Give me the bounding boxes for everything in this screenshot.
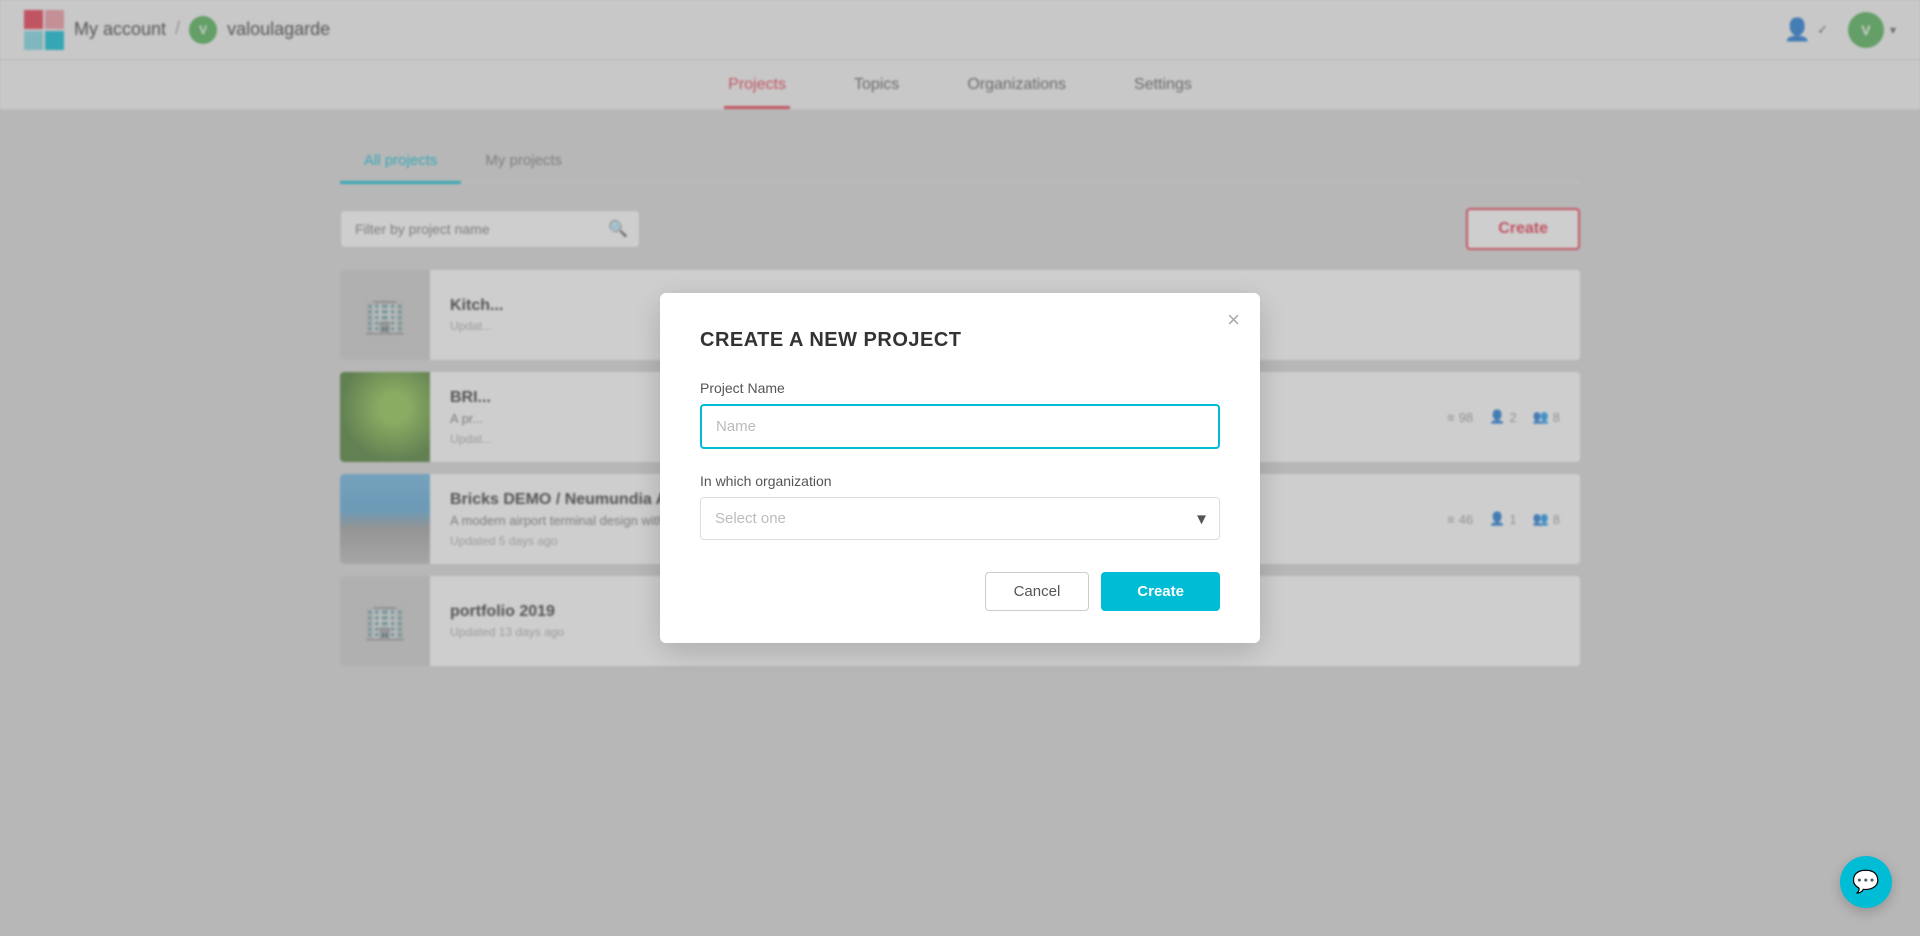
create-project-modal: × CREATE A NEW PROJECT Project Name In w… bbox=[660, 293, 1260, 643]
modal-overlay: × CREATE A NEW PROJECT Project Name In w… bbox=[0, 0, 1920, 936]
org-label: In which organization bbox=[700, 473, 1220, 489]
modal-title: CREATE A NEW PROJECT bbox=[700, 329, 1220, 352]
chat-icon: 💬 bbox=[1852, 869, 1879, 895]
modal-create-button[interactable]: Create bbox=[1101, 572, 1220, 611]
modal-actions: Cancel Create bbox=[700, 572, 1220, 611]
org-select-wrap: Select one ▾ bbox=[700, 497, 1220, 540]
modal-close-button[interactable]: × bbox=[1227, 309, 1240, 331]
chat-button[interactable]: 💬 bbox=[1840, 856, 1892, 908]
project-name-input[interactable] bbox=[700, 404, 1220, 449]
cancel-button[interactable]: Cancel bbox=[985, 572, 1090, 611]
project-name-label: Project Name bbox=[700, 380, 1220, 396]
org-select[interactable]: Select one bbox=[700, 497, 1220, 540]
